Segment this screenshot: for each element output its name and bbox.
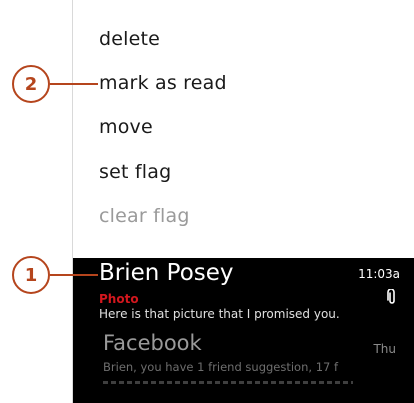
email-item[interactable]: Facebook Brien, you have 1 friend sugges…	[73, 331, 414, 403]
context-menu: delete mark as read move set flag clear …	[73, 0, 414, 258]
menu-item-mark-as-read[interactable]: mark as read	[99, 72, 227, 94]
paperclip-icon	[387, 289, 395, 304]
email-time: 11:03a	[358, 267, 400, 281]
callout-leader-line	[50, 83, 98, 85]
email-sender: Facebook	[103, 331, 202, 355]
email-preview: Here is that picture that I promised you…	[99, 307, 340, 321]
email-preview: Brien, you have 1 friend suggestion, 17 …	[103, 360, 339, 374]
email-item[interactable]: Brien Posey Photo Here is that picture t…	[73, 258, 414, 321]
menu-item-move[interactable]: move	[99, 116, 153, 138]
menu-item-set-flag[interactable]: set flag	[99, 161, 171, 183]
callout-badge: 1	[12, 256, 50, 294]
menu-item-delete[interactable]: delete	[99, 28, 160, 50]
callout-badge: 2	[12, 65, 50, 103]
email-time: Thu	[373, 342, 396, 356]
callout-leader-line	[50, 274, 98, 276]
phone-screen: delete mark as read move set flag clear …	[72, 0, 414, 403]
email-sender: Brien Posey	[99, 260, 234, 286]
menu-item-clear-flag: clear flag	[99, 205, 190, 227]
inbox-list: Brien Posey Photo Here is that picture t…	[73, 258, 414, 403]
faded-text-line	[103, 381, 353, 384]
email-subject: Photo	[99, 292, 139, 306]
